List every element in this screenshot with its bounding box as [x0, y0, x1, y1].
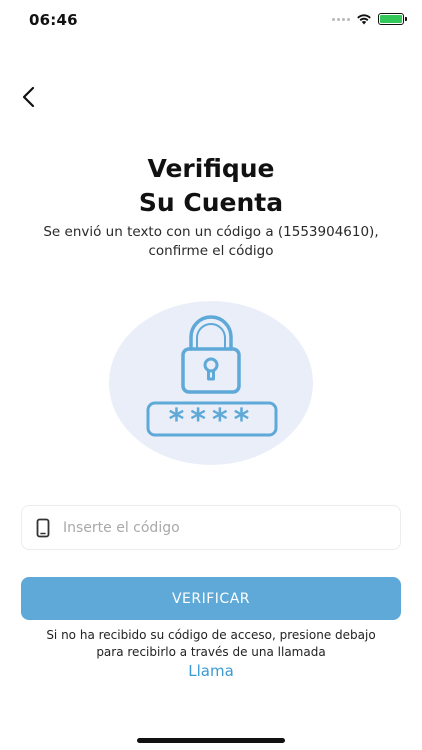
code-field[interactable]	[21, 505, 401, 550]
page-title-line2: Su Cuenta	[138, 188, 284, 217]
masked-code: ****	[169, 403, 256, 438]
call-link[interactable]: Llama	[0, 662, 422, 680]
help-text: Si no ha recibido su código de acceso, p…	[0, 627, 422, 661]
page-title-line1: Verifique	[147, 154, 275, 183]
home-indicator[interactable]	[137, 738, 285, 743]
cellular-signal-icon	[332, 17, 350, 21]
help-line1: Si no ha recibido su código de acceso, p…	[46, 628, 376, 642]
battery-icon	[378, 13, 407, 25]
back-button[interactable]	[12, 80, 46, 114]
wifi-icon	[357, 14, 371, 25]
instruction-text: Se envió un texto con un código a (15539…	[0, 223, 422, 261]
code-input[interactable]	[63, 519, 363, 536]
status-bar: 06:46	[0, 0, 422, 40]
page-title: Verifique Su Cuenta	[0, 152, 422, 220]
instruction-line1: Se envió un texto con un código a (15539…	[43, 224, 379, 240]
lock-illustration: ****	[109, 301, 313, 465]
status-icons	[332, 13, 407, 25]
phone-icon	[36, 518, 54, 538]
lock-icon: ****	[146, 315, 278, 438]
help-line2: para recibirlo a través de una llamada	[96, 645, 326, 659]
chevron-left-icon	[22, 86, 35, 108]
status-time: 06:46	[29, 11, 78, 29]
instruction-line2: confirme el código	[148, 243, 274, 259]
verify-button[interactable]: VERIFICAR	[21, 577, 401, 620]
